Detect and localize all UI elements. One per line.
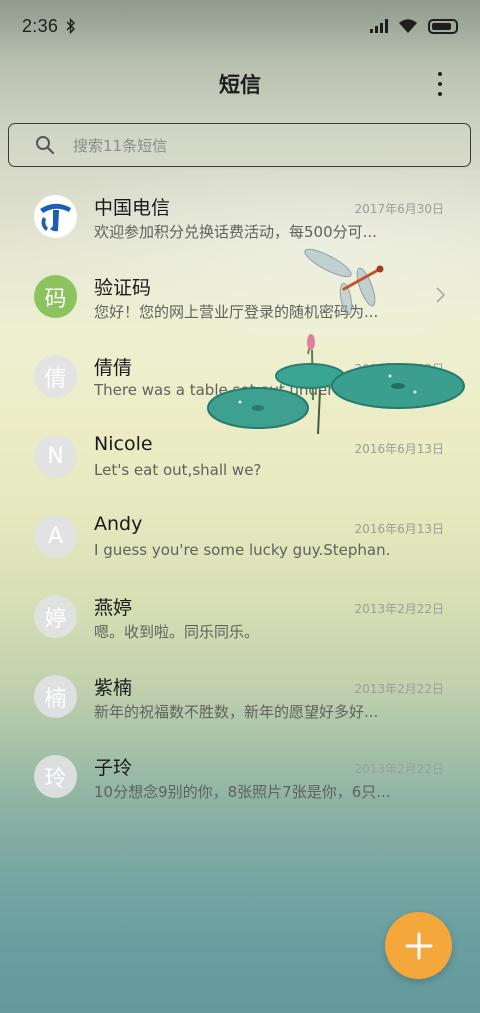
contact-name: 倩倩 — [94, 357, 133, 379]
message-preview: 10分想念9别的你，8张照片7张是你，6只... — [94, 783, 389, 801]
message-date: 2013年2月22日 — [354, 762, 444, 776]
conversation-row[interactable]: 婷 燕婷 2013年2月22日 嗯。收到啦。同乐同乐。 — [0, 576, 480, 656]
signal-icon — [370, 19, 388, 33]
message-preview: Let's eat out,shall we? — [94, 461, 262, 479]
contact-name: 中国电信 — [94, 197, 171, 219]
conversation-row[interactable]: 楠 紫楠 2013年2月22日 新年的祝福数不胜数，新年的愿望好多好... — [0, 656, 480, 736]
wifi-icon — [399, 19, 417, 33]
message-date: 2013年2月22日 — [354, 682, 444, 696]
conversation-row[interactable]: 中国电信 2017年6月30日 欢迎参加积分兑换话费活动，每500分可... — [0, 176, 480, 256]
contact-name: 验证码 — [94, 277, 152, 299]
plus-icon — [405, 932, 432, 959]
avatar: 码 — [34, 275, 77, 318]
contact-name: Nicole — [94, 433, 153, 455]
conversation-row[interactable]: A Andy 2016年6月13日 I guess you're some lu… — [0, 496, 480, 576]
conversation-list: 中国电信 2017年6月30日 欢迎参加积分兑换话费活动，每500分可... 码… — [0, 176, 480, 816]
status-bar: 2:36 — [0, 0, 480, 52]
china-telecom-logo — [34, 195, 77, 238]
message-preview: 新年的祝福数不胜数，新年的愿望好多好... — [94, 703, 379, 721]
avatar: A — [34, 515, 77, 558]
message-preview: 您好！您的网上营业厅登录的随机密码为... — [94, 303, 379, 321]
search-icon — [36, 136, 55, 155]
message-preview: 嗯。收到啦。同乐同乐。 — [94, 623, 260, 641]
page-title: 短信 — [219, 73, 261, 97]
avatar: 玲 — [34, 755, 77, 798]
search-input[interactable]: 搜索11条短信 — [8, 123, 471, 167]
conversation-row[interactable]: 玲 子玲 2013年2月22日 10分想念9别的你，8张照片7张是你，6只... — [0, 736, 480, 816]
compose-button[interactable] — [385, 912, 452, 979]
avatar: 楠 — [34, 675, 77, 718]
message-date: 2016年6月13日 — [354, 442, 444, 456]
contact-name: 紫楠 — [94, 677, 133, 699]
message-date: 2016年6月13日 — [354, 362, 444, 376]
search-placeholder: 搜索11条短信 — [73, 136, 168, 155]
contact-name: Andy — [94, 513, 143, 535]
message-preview: 欢迎参加积分兑换话费活动，每500分可... — [94, 223, 377, 241]
avatar: 婷 — [34, 595, 77, 638]
conversation-row[interactable]: N Nicole 2016年6月13日 Let's eat out,shall … — [0, 416, 480, 496]
message-date: 2013年2月22日 — [354, 602, 444, 616]
message-preview: I guess you're some lucky guy.Stephan... — [94, 541, 389, 559]
message-preview: There was a table set out under a tree i… — [94, 381, 389, 399]
avatar: 倩 — [34, 355, 77, 398]
chevron-right-icon — [436, 287, 446, 303]
avatar: N — [34, 435, 77, 478]
bluetooth-icon — [66, 18, 76, 34]
message-date: 2016年6月13日 — [354, 522, 444, 536]
contact-name: 子玲 — [94, 757, 133, 779]
status-time: 2:36 — [22, 15, 59, 36]
message-date: 2017年6月30日 — [354, 202, 444, 216]
app-header: 短信 — [0, 60, 480, 108]
battery-icon — [428, 18, 458, 34]
conversation-row[interactable]: 码 验证码 您好！您的网上营业厅登录的随机密码为... — [0, 256, 480, 336]
more-vertical-icon[interactable] — [430, 70, 450, 98]
contact-name: 燕婷 — [94, 597, 133, 619]
conversation-row[interactable]: 倩 倩倩 2016年6月13日 There was a table set ou… — [0, 336, 480, 416]
